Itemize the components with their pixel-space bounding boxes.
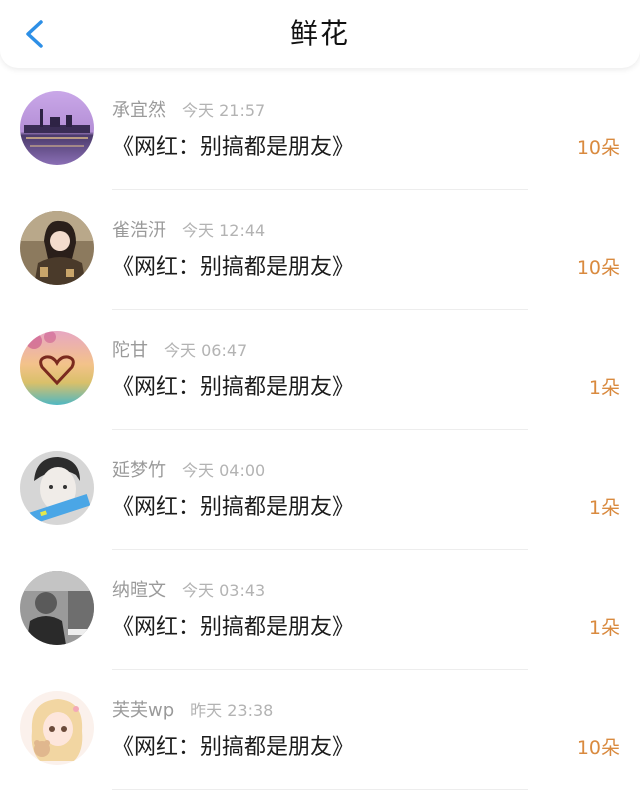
list-item[interactable]: 纳暄文 今天 03:43 《网红：别搞都是朋友》 1朵	[0, 550, 640, 670]
send-time: 今天 04:00	[182, 461, 266, 480]
send-time: 昨天 23:38	[190, 701, 274, 720]
gift-list: 承宜然 今天 21:57 《网红：别搞都是朋友》 10朵 雀浩汧 今天 12:44 …	[0, 70, 640, 790]
work-title: 《网红：别搞都是朋友》	[112, 615, 355, 640]
sender-info: 芙芙wp 昨天 23:38	[112, 698, 273, 724]
work-title: 《网红：别搞都是朋友》	[112, 375, 355, 400]
sender-name: 承宜然	[112, 100, 166, 121]
sender-name: 纳暄文	[112, 580, 166, 601]
sender-info: 陀甘 今天 06:47	[112, 338, 247, 364]
sender-name: 陀甘	[112, 340, 148, 361]
divider	[112, 789, 528, 790]
sender-name: 延梦竹	[112, 460, 166, 481]
sender-info: 承宜然 今天 21:57	[112, 98, 265, 124]
avatar[interactable]	[20, 91, 94, 165]
work-title: 《网红：别搞都是朋友》	[112, 135, 355, 160]
top-bar: 鲜花	[0, 0, 640, 68]
work-title: 《网红：别搞都是朋友》	[112, 255, 355, 280]
page-title: 鲜花	[289, 17, 350, 50]
sender-info: 纳暄文 今天 03:43	[112, 578, 265, 604]
sender-name: 雀浩汧	[112, 220, 166, 241]
work-title: 《网红：别搞都是朋友》	[112, 495, 355, 520]
send-time: 今天 06:47	[164, 341, 248, 360]
avatar[interactable]	[20, 331, 94, 405]
flower-count: 10朵	[576, 137, 620, 159]
sender-info: 雀浩汧 今天 12:44	[112, 218, 265, 244]
work-title: 《网红：别搞都是朋友》	[112, 735, 355, 760]
flower-count: 10朵	[576, 257, 620, 279]
flower-count: 1朵	[588, 617, 620, 639]
list-item[interactable]: 承宜然 今天 21:57 《网红：别搞都是朋友》 10朵	[0, 70, 640, 190]
avatar[interactable]	[20, 211, 94, 285]
send-time: 今天 21:57	[182, 101, 266, 120]
flower-count: 10朵	[576, 737, 620, 759]
avatar[interactable]	[20, 451, 94, 525]
flower-count: 1朵	[588, 497, 620, 519]
avatar[interactable]	[20, 571, 94, 645]
send-time: 今天 03:43	[182, 581, 266, 600]
list-item[interactable]: 陀甘 今天 06:47 《网红：别搞都是朋友》 1朵	[0, 310, 640, 430]
list-item[interactable]: 雀浩汧 今天 12:44 《网红：别搞都是朋友》 10朵	[0, 190, 640, 310]
flower-count: 1朵	[588, 377, 620, 399]
sender-name: 芙芙wp	[112, 700, 175, 721]
send-time: 今天 12:44	[182, 221, 266, 240]
sender-info: 延梦竹 今天 04:00	[112, 458, 265, 484]
avatar[interactable]	[20, 691, 94, 765]
list-item[interactable]: 芙芙wp 昨天 23:38 《网红：别搞都是朋友》 10朵	[0, 670, 640, 790]
list-item[interactable]: 延梦竹 今天 04:00 《网红：别搞都是朋友》 1朵	[0, 430, 640, 550]
